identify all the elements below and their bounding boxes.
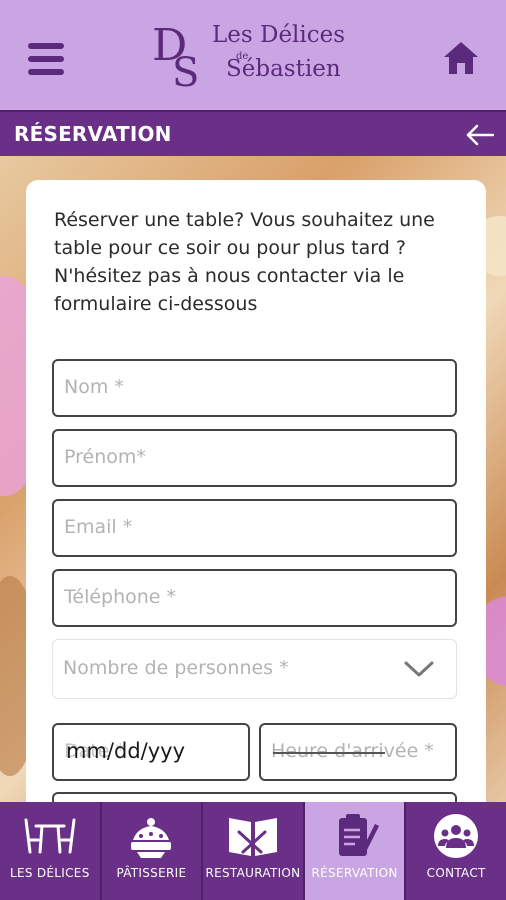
personnes-select[interactable]: Nombre de personnes *	[52, 639, 457, 699]
clipboard-pen-icon	[338, 814, 379, 856]
prenom-placeholder: Prénom*	[64, 446, 146, 468]
form-intro-text: Réserver une table? Vous souhaitez une t…	[54, 209, 435, 315]
menu-icon[interactable]	[28, 43, 64, 75]
nav-label: CONTACT	[426, 866, 486, 880]
monogram-logo-icon: D S	[152, 20, 199, 90]
nav-label: PÂTISSERIE	[116, 866, 187, 880]
menu-cutlery-icon	[228, 818, 277, 856]
brand-title: Les Délices	[212, 22, 346, 48]
email-field[interactable]: Email *	[52, 499, 457, 557]
email-placeholder: Email *	[64, 516, 133, 538]
heure-field[interactable]: Heure d'arrivée *	[259, 723, 457, 781]
table-chairs-icon	[24, 818, 76, 854]
section-header: RÉSERVATION	[0, 110, 506, 156]
bottom-navigation: LES DÉLICES PÂTISSERIE RESTAURATION RÉSE…	[0, 802, 506, 900]
heure-placeholder: Heure d'arrivée *	[271, 740, 434, 762]
home-icon[interactable]	[442, 40, 480, 76]
chevron-down-icon	[404, 661, 434, 677]
nav-contact[interactable]: CONTACT	[406, 802, 506, 900]
nav-label: RESTAURATION	[205, 866, 301, 880]
personnes-placeholder: Nombre de personnes *	[63, 657, 289, 679]
nav-reservation[interactable]: RÉSERVATION	[304, 802, 407, 900]
svg-text:S: S	[172, 50, 199, 90]
nav-label: LES DÉLICES	[9, 866, 90, 880]
reservation-form: Réserver une table? Vous souhaitez une t…	[26, 180, 486, 832]
nom-field[interactable]: Nom *	[52, 359, 457, 417]
date-field[interactable]: Date * mm/dd/yyy	[52, 723, 250, 781]
cake-icon	[131, 818, 172, 858]
nom-placeholder: Nom *	[64, 376, 124, 398]
people-icon	[434, 814, 479, 858]
time-input-cursor-line	[273, 752, 385, 754]
nav-label: RÉSERVATION	[311, 866, 398, 880]
page-title: RÉSERVATION	[14, 122, 172, 146]
date-value: mm/dd/yyy	[66, 739, 186, 763]
nav-les-delices[interactable]: LES DÉLICES	[0, 802, 102, 900]
brand-logo[interactable]: D S Les Délices de Sébastien	[152, 14, 352, 90]
telephone-field[interactable]: Téléphone *	[52, 569, 457, 627]
telephone-placeholder: Téléphone *	[64, 586, 177, 608]
app-header: D S Les Délices de Sébastien	[0, 0, 506, 110]
nav-patisserie[interactable]: PÂTISSERIE	[102, 802, 204, 900]
prenom-field[interactable]: Prénom*	[52, 429, 457, 487]
back-arrow-icon[interactable]	[466, 124, 494, 146]
brand-subtitle: Sébastien	[226, 56, 341, 82]
nav-restauration[interactable]: RESTAURATION	[203, 802, 305, 900]
